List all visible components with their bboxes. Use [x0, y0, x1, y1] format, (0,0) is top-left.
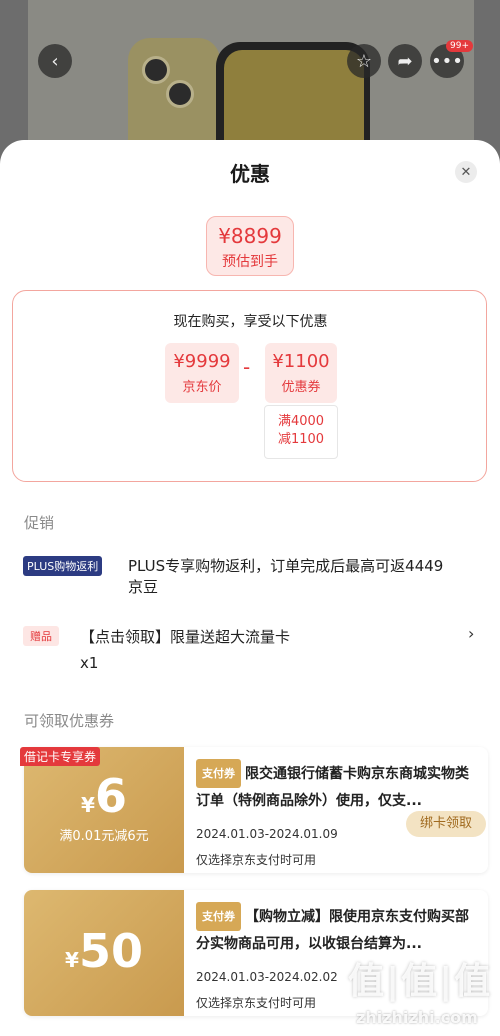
notification-badge: 99+ — [446, 40, 473, 52]
share-icon: ➦ — [397, 50, 413, 72]
estimated-price: ¥8899 — [218, 224, 282, 248]
coupon-details: 支付券 限交通银行储蓄卡购京东商城实物类订单（特例商品除外）使用，仅支... 20… — [196, 747, 486, 873]
coupon-usage-note: 仅选择京东支付时可用 — [196, 996, 317, 1010]
currency-symbol: ¥ — [65, 948, 79, 972]
close-icon: ✕ — [460, 164, 472, 180]
bind-card-claim-button[interactable]: 绑卡领取 — [406, 811, 486, 837]
site-watermark: 值|值|值 — [348, 961, 493, 1002]
payment-coupon-tag: 支付券 — [196, 902, 241, 931]
site-watermark-url: zhizhizhi.com — [356, 1008, 478, 1027]
minus-sign: - — [243, 355, 251, 379]
gift-tag: 赠品 — [23, 626, 59, 646]
back-button[interactable]: ‹ — [38, 44, 72, 78]
coupon-amount-value: 50 — [78, 924, 143, 978]
sheet-title: 优惠 — [230, 162, 270, 186]
estimated-price-box: ¥8899 预估到手 — [206, 216, 294, 276]
coupon-condition-line: 满4000 — [277, 414, 325, 429]
gift-quantity: x1 — [80, 654, 99, 672]
coupon-amount-panel: ¥50 — [24, 890, 184, 1016]
coupon-condition-line: 减1100 — [277, 432, 325, 447]
jd-price-value: ¥9999 — [173, 351, 231, 372]
star-icon: ☆ — [355, 50, 373, 72]
coupon-validity-date: 2024.01.03-2024.01.09 — [196, 827, 338, 841]
coupon-description: 支付券 【购物立减】限使用京东支付购买部分实物商品可用，以收银台结算为... — [196, 902, 480, 956]
coupon-condition: 满4000 减1100 — [264, 405, 338, 459]
coupon-amount: ¥6 — [24, 769, 184, 823]
discount-sheet: 优惠 ✕ ¥8899 预估到手 现在购买，享受以下优惠 ¥9999 京东价 - … — [0, 140, 500, 1036]
coupon-usage-note: 仅选择京东支付时可用 — [196, 853, 317, 867]
price-calculation: 现在购买，享受以下优惠 ¥9999 京东价 - ¥1100 优惠券 满4000 … — [12, 290, 487, 482]
favorite-button[interactable]: ☆ — [347, 44, 381, 78]
plus-rebate-text: PLUS专享购物返利，订单完成后最高可返4449京豆 — [128, 557, 444, 596]
chevron-right-icon[interactable]: › — [468, 624, 474, 643]
coupon-amount: ¥50 — [24, 924, 184, 978]
plus-rebate-tag: PLUS购物返利 — [23, 556, 103, 576]
promo-section-title: 促销 — [24, 514, 55, 532]
coupon-discount-box: ¥1100 优惠券 — [265, 343, 337, 403]
coupon-condition-text: 满0.01元减6元 — [59, 829, 149, 844]
payment-coupon-tag: 支付券 — [196, 759, 241, 788]
gift-promo-item[interactable]: 【点击领取】限量送超大流量卡 x1 — [80, 624, 440, 676]
coupons-section-title: 可领取优惠券 — [24, 712, 115, 730]
more-icon: ••• — [431, 50, 463, 72]
coupon-description: 支付券 限交通银行储蓄卡购京东商城实物类订单（特例商品除外）使用，仅支... — [196, 759, 480, 813]
close-button[interactable]: ✕ — [455, 161, 477, 183]
camera-lens-image — [142, 56, 170, 84]
camera-lens-image — [166, 80, 194, 108]
jd-price-box: ¥9999 京东价 — [165, 343, 239, 403]
coupon-discount-value: ¥1100 — [272, 351, 330, 372]
coupon-amount-value: 6 — [94, 769, 127, 823]
gift-text: 【点击领取】限量送超大流量卡 — [80, 628, 291, 646]
coupon-discount-label: 优惠券 — [281, 380, 321, 395]
coupon-validity-date: 2024.01.03-2024.02.02 — [196, 970, 338, 984]
currency-symbol: ¥ — [81, 793, 95, 817]
debit-card-exclusive-tag: 借记卡专享券 — [20, 747, 101, 766]
share-button[interactable]: ➦ — [388, 44, 422, 78]
jd-price-label: 京东价 — [182, 380, 222, 395]
back-icon: ‹ — [51, 50, 59, 72]
calc-lead-text: 现在购买，享受以下优惠 — [173, 314, 328, 330]
estimated-price-label: 预估到手 — [222, 254, 278, 270]
